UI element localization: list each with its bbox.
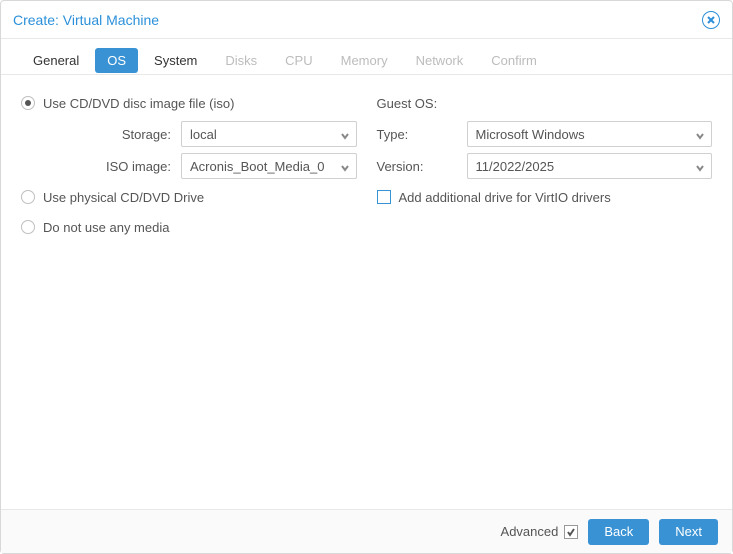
tab-network: Network	[404, 48, 476, 73]
os-type-value: Microsoft Windows	[476, 127, 585, 142]
checkbox-icon	[377, 190, 391, 204]
close-icon	[706, 15, 716, 25]
os-version-select[interactable]: 11/2022/2025	[467, 153, 713, 179]
media-option-physical[interactable]: Use physical CD/DVD Drive	[21, 183, 357, 211]
wizard-tabs: General OS System Disks CPU Memory Netwo…	[1, 39, 732, 75]
media-option-iso[interactable]: Use CD/DVD disc image file (iso)	[21, 89, 357, 117]
chevron-down-icon	[695, 161, 705, 171]
dialog-footer: Advanced Back Next	[1, 509, 732, 553]
os-type-select[interactable]: Microsoft Windows	[467, 121, 713, 147]
iso-image-field: ISO image: Acronis_Boot_Media_0	[21, 151, 357, 181]
guest-os-column: Guest OS: Type: Microsoft Windows Versio…	[367, 89, 713, 509]
chevron-down-icon	[340, 161, 350, 171]
close-button[interactable]	[702, 11, 720, 29]
storage-label: Storage:	[21, 127, 181, 142]
media-column: Use CD/DVD disc image file (iso) Storage…	[21, 89, 367, 509]
radio-icon	[21, 220, 35, 234]
guest-os-heading: Guest OS:	[377, 89, 713, 117]
tab-cpu: CPU	[273, 48, 324, 73]
os-version-label: Version:	[377, 159, 467, 174]
advanced-toggle[interactable]: Advanced	[501, 524, 579, 539]
tab-general[interactable]: General	[21, 48, 91, 73]
os-type-label: Type:	[377, 127, 467, 142]
iso-image-value: Acronis_Boot_Media_0	[190, 159, 324, 174]
window-title: Create: Virtual Machine	[13, 12, 159, 28]
tab-system[interactable]: System	[142, 48, 209, 73]
advanced-label: Advanced	[501, 524, 559, 539]
media-option-none[interactable]: Do not use any media	[21, 213, 357, 241]
chevron-down-icon	[695, 129, 705, 139]
dialog-body: Use CD/DVD disc image file (iso) Storage…	[1, 75, 732, 509]
storage-value: local	[190, 127, 217, 142]
tab-confirm: Confirm	[479, 48, 549, 73]
media-option-physical-label: Use physical CD/DVD Drive	[43, 190, 204, 205]
radio-icon	[21, 190, 35, 204]
storage-field: Storage: local	[21, 119, 357, 149]
tab-memory: Memory	[329, 48, 400, 73]
dialog-create-vm: Create: Virtual Machine General OS Syste…	[0, 0, 733, 554]
os-type-field: Type: Microsoft Windows	[377, 119, 713, 149]
virtio-drive-option[interactable]: Add additional drive for VirtIO drivers	[377, 183, 713, 211]
virtio-drive-label: Add additional drive for VirtIO drivers	[399, 190, 611, 205]
tab-disks: Disks	[213, 48, 269, 73]
back-button[interactable]: Back	[588, 519, 649, 545]
chevron-down-icon	[340, 129, 350, 139]
os-version-field: Version: 11/2022/2025	[377, 151, 713, 181]
iso-image-label: ISO image:	[21, 159, 181, 174]
media-option-none-label: Do not use any media	[43, 220, 169, 235]
checkbox-icon	[564, 525, 578, 539]
os-version-value: 11/2022/2025	[476, 159, 555, 174]
radio-icon	[21, 96, 35, 110]
iso-image-select[interactable]: Acronis_Boot_Media_0	[181, 153, 357, 179]
titlebar: Create: Virtual Machine	[1, 1, 732, 39]
storage-select[interactable]: local	[181, 121, 357, 147]
tab-os[interactable]: OS	[95, 48, 138, 73]
next-button[interactable]: Next	[659, 519, 718, 545]
media-option-iso-label: Use CD/DVD disc image file (iso)	[43, 96, 234, 111]
